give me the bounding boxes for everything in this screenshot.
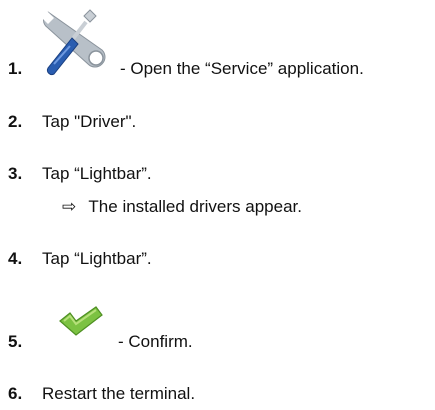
result-arrow-icon: ⇨ bbox=[62, 197, 77, 216]
step-5-text-row: - Confirm. bbox=[118, 332, 193, 352]
step-3-result: ⇨ The installed drivers appear. bbox=[62, 197, 302, 217]
step-text: - Open the “Service” application. bbox=[120, 59, 364, 78]
step-text: Tap “Lightbar”. bbox=[42, 249, 152, 268]
step-text: Restart the terminal. bbox=[42, 384, 196, 403]
result-text: The installed drivers appear. bbox=[88, 197, 302, 216]
step-number: 1. bbox=[8, 59, 23, 78]
step-number: 6. bbox=[8, 384, 23, 403]
wrench-screwdriver-icon bbox=[34, 6, 114, 78]
checkmark-icon bbox=[56, 305, 104, 337]
step-text: Tap "Driver". bbox=[42, 112, 137, 131]
step-number: 3. bbox=[8, 164, 23, 183]
step-text: Tap “Lightbar”. bbox=[42, 164, 152, 183]
step-1-text-row: - Open the “Service” application. bbox=[120, 59, 364, 79]
step-number: 4. bbox=[8, 249, 23, 268]
step-number: 5. bbox=[8, 332, 23, 351]
step-text: - Confirm. bbox=[118, 332, 193, 351]
step-number: 2. bbox=[8, 112, 23, 131]
